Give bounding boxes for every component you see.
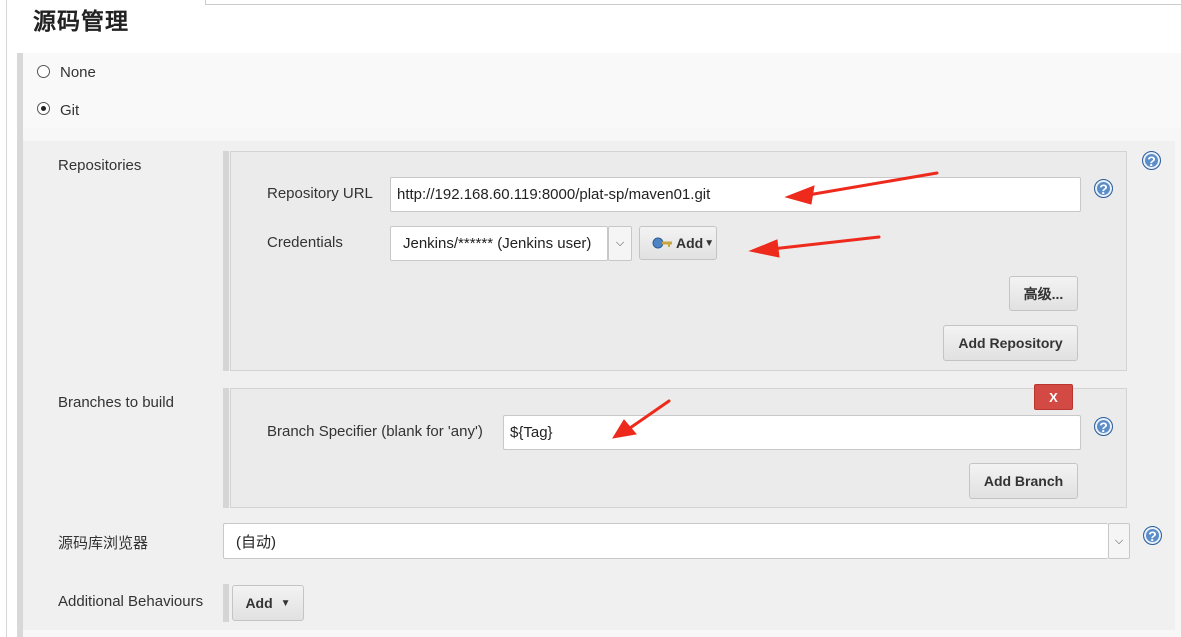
annotation-arrow-credentials xyxy=(748,235,881,258)
annotation-arrow-url xyxy=(784,171,939,205)
annotation-arrow-branch xyxy=(611,399,671,439)
annotation-arrows xyxy=(611,171,939,439)
